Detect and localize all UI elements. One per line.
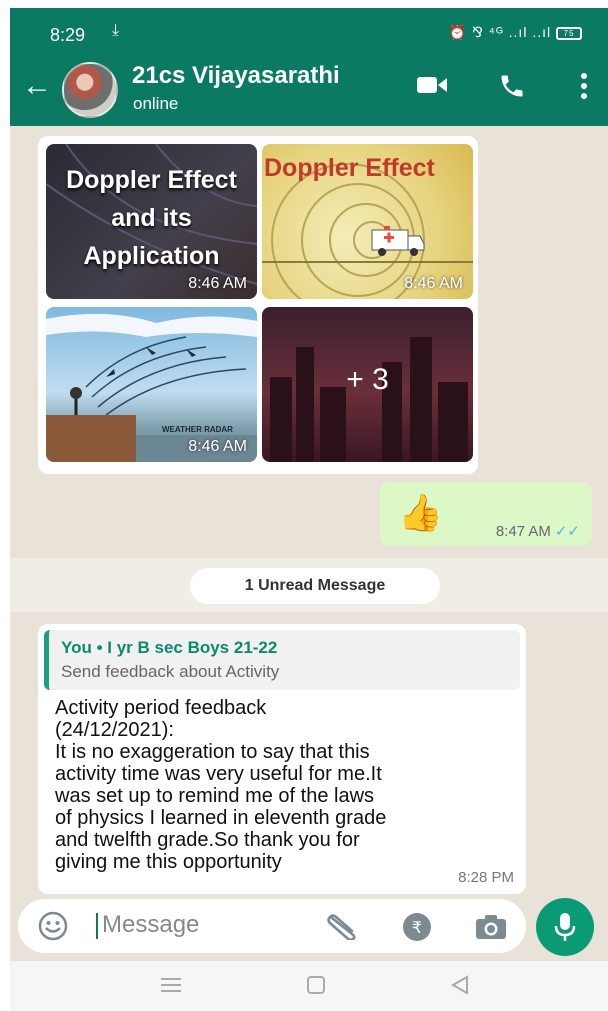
home-nav-icon[interactable] [306,975,326,995]
payment-icon[interactable]: ₹ [402,912,432,942]
media-timestamp: 8:46 AM [188,438,247,455]
message-line: It is no exaggeration to say that this [55,741,370,763]
tile-title-line2: and its [111,204,192,232]
contact-status: online [133,94,179,113]
download-icon: ⤓ [112,22,120,39]
back-nav-icon[interactable] [450,975,470,995]
message-line: activity time was very useful for me.It [55,763,382,785]
chat-area[interactable]: Doppler Effect and its Application 8:46 … [10,126,608,906]
microphone-icon [554,913,576,941]
chat-header: 8:29 ⤓ ⏰ ⅋ ⁴ᴳ ..ıl ..ıl 75 ← 21cs Vijaya… [10,8,608,126]
contact-name[interactable]: 21cs Vijayasarathi [132,62,340,90]
video-call-icon[interactable] [416,74,448,96]
message-composer[interactable]: Message ₹ [18,899,526,953]
menu-nav-icon[interactable] [160,977,182,993]
message-timestamp: 8:47 AM ✓✓ [496,522,580,540]
message-line: of physics I learned in eleventh grade [55,807,387,829]
incoming-message-bubble[interactable]: You • I yr B sec Boys 21-22 Send feedbac… [38,624,526,894]
ambulance-icon [371,226,425,256]
status-icons: ⏰ ⅋ ⁴ᴳ ..ıl ..ıl 75 [449,24,582,41]
unread-messages-label: 1 Unread Message [190,568,440,604]
status-bar: 8:29 ⤓ ⏰ ⅋ ⁴ᴳ ..ıl ..ıl 75 [10,8,608,54]
quoted-reply[interactable]: You • I yr B sec Boys 21-22 Send feedbac… [44,630,520,690]
avatar[interactable] [62,62,118,118]
incoming-time: 8:28 PM [458,869,514,886]
message-line: and twelfth grade.So thank you for [55,829,360,851]
emoji-icon[interactable] [38,911,68,941]
voice-call-icon[interactable] [498,72,526,100]
svg-text:₹: ₹ [412,918,422,937]
more-options-icon[interactable] [580,72,588,100]
media-timestamp: 8:46 AM [188,275,247,292]
message-line: was set up to remind me of the laws [55,785,375,807]
radar-caption: WEATHER RADAR [162,425,233,434]
camera-icon[interactable] [474,913,508,941]
message-line: giving me this opportunity [55,851,282,873]
text-caret [96,913,98,939]
quoted-text: Send feedback about Activity [61,662,280,681]
tile-title-line3: Application [83,242,220,270]
message-line: (24/12/2021): [55,719,174,741]
tile-title-line1: Doppler Effect [66,166,237,194]
message-text: Activity period feedback (24/12/2021): I… [55,697,515,873]
media-tile-doppler-ambulance[interactable]: Doppler Effect 8:46 AM [262,144,473,299]
more-media-count: + 3 [346,363,389,396]
read-ticks-icon: ✓✓ [554,523,580,540]
media-tile-more[interactable]: + 3 [262,307,473,462]
system-navigation-bar [10,961,608,1011]
quoted-author: You • I yr B sec Boys 21-22 [61,638,278,657]
media-tile-doppler-title[interactable]: Doppler Effect and its Application 8:46 … [46,144,257,299]
outgoing-message-bubble[interactable]: 👍 8:47 AM ✓✓ [380,482,592,546]
thumbs-up-icon: 👍 [398,492,443,533]
back-arrow-icon[interactable]: ← [22,71,52,101]
attach-icon[interactable] [324,912,360,940]
media-timestamp: 8:46 AM [404,275,463,292]
mic-button[interactable] [536,898,594,956]
tile-title: Doppler Effect [264,154,435,182]
message-line: Activity period feedback [55,697,267,719]
status-signal-icons: ⏰ ⅋ ⁴ᴳ ..ıl ..ıl [448,24,552,40]
message-input[interactable]: Message [102,911,199,939]
media-album-bubble: Doppler Effect and its Application 8:46 … [38,136,478,474]
battery-icon: 75 [556,26,582,40]
outgoing-time: 8:47 AM [495,523,551,540]
media-tile-weather-radar[interactable]: WEATHER RADAR 8:46 AM [46,307,257,462]
whatsapp-chat-screen: 8:29 ⤓ ⏰ ⅋ ⁴ᴳ ..ıl ..ıl 75 ← 21cs Vijaya… [10,8,608,1011]
status-time: 8:29 [50,25,86,45]
